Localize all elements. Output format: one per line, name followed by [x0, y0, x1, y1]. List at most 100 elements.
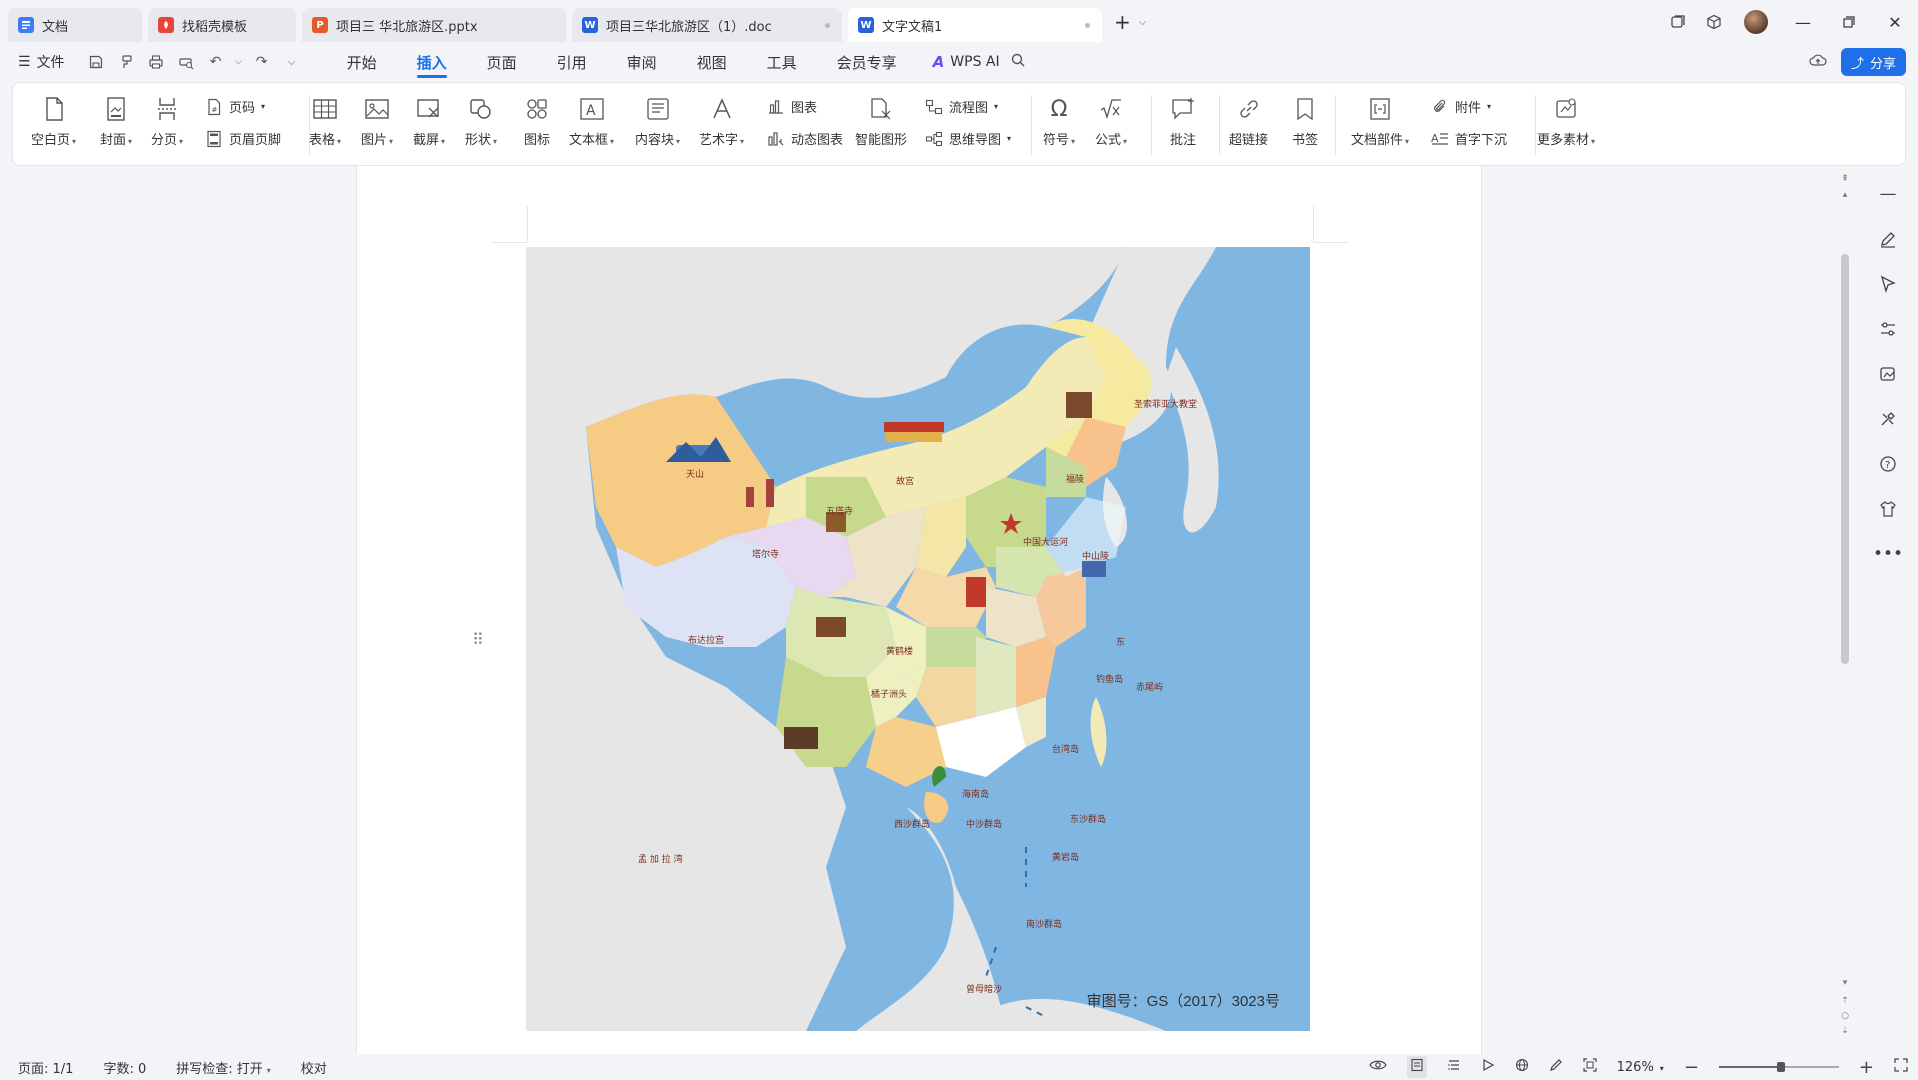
symbol-button[interactable]: Ω 符号 ▾	[1043, 83, 1075, 149]
next-page-icon[interactable]: ⇣	[1838, 1026, 1852, 1036]
select-browse-object-icon[interactable]: ○	[1838, 1011, 1852, 1021]
blank-page-button[interactable]: 空白页 ▾	[31, 83, 76, 148]
drop-cap-button[interactable]: A 首字下沉	[1431, 129, 1507, 149]
cover-button[interactable]: 封面 ▾	[100, 83, 132, 148]
menu-tools[interactable]: 工具	[747, 44, 817, 80]
smart-graphic-button[interactable]: 智能图形	[855, 83, 907, 148]
redo-icon[interactable]: ↷	[249, 49, 275, 75]
user-avatar[interactable]	[1744, 10, 1768, 34]
scrollbar-thumb[interactable]	[1841, 254, 1849, 664]
wordart-button[interactable]: 艺术字 ▾	[699, 83, 744, 148]
adjust-sliders-icon[interactable]	[1872, 313, 1904, 345]
more-options-icon[interactable]: •••	[1872, 538, 1904, 570]
dynamic-chart-button[interactable]: 动态图表	[767, 129, 843, 148]
wps-ai-button[interactable]: A WPS AI	[917, 53, 1010, 71]
page-break-button[interactable]: 分页 ▾	[151, 83, 183, 148]
word-count[interactable]: 字数: 0	[103, 1058, 146, 1077]
document-canvas[interactable]: ⠿ 天山 故宫 福陵 黄鹤楼 中山陵 塔尔寺 布达拉宫 五塔寺 橘子洲头 中国大…	[0, 166, 1918, 1054]
menu-view[interactable]: 视图	[677, 44, 747, 80]
print-preview-icon[interactable]	[173, 49, 199, 75]
proofread-button[interactable]: 校对	[301, 1058, 327, 1077]
more-materials-button[interactable]: 更多素材 ▾	[1537, 83, 1595, 148]
scroll-down-icon[interactable]: ▾	[1838, 978, 1852, 988]
eye-protection-icon[interactable]	[1368, 1058, 1387, 1076]
minimize-button[interactable]: —	[1780, 0, 1826, 44]
print-icon[interactable]	[143, 49, 169, 75]
tools-icon[interactable]	[1872, 403, 1904, 435]
spell-check-toggle[interactable]: 拼写检查: 打开 ▾	[176, 1058, 271, 1077]
mindmap-button[interactable]: 思维导图 ▾	[925, 129, 1011, 148]
shape-button[interactable]: 形状 ▾	[465, 83, 497, 148]
header-footer-button[interactable]: 页眉页脚	[205, 129, 281, 148]
fit-page-icon[interactable]	[1583, 1058, 1597, 1076]
flowchart-button[interactable]: 流程图 ▾	[925, 97, 998, 116]
play-icon[interactable]	[1481, 1058, 1495, 1076]
page-indicator[interactable]: 页面: 1/1	[18, 1058, 73, 1077]
zoom-slider[interactable]	[1718, 1062, 1839, 1072]
pen-icon[interactable]	[1549, 1058, 1563, 1076]
screenshot-button[interactable]: 截屏 ▾	[413, 83, 445, 148]
menu-insert[interactable]: 插入	[397, 44, 467, 80]
menu-home[interactable]: 开始	[327, 44, 397, 80]
outline-view-icon[interactable]	[1447, 1058, 1461, 1076]
scroll-top-icon[interactable]: ⇞	[1838, 174, 1852, 184]
fullscreen-icon[interactable]	[1894, 1058, 1908, 1076]
web-view-icon[interactable]	[1515, 1058, 1529, 1076]
chart-button[interactable]: 图表	[767, 97, 817, 116]
search-icon[interactable]	[1010, 52, 1026, 72]
china-tourism-map-image[interactable]: 天山 故宫 福陵 黄鹤楼 中山陵 塔尔寺 布达拉宫 五塔寺 橘子洲头 中国大运河…	[526, 247, 1310, 1031]
menu-references[interactable]: 引用	[537, 44, 607, 80]
zoom-out-icon[interactable]: −	[1684, 1057, 1699, 1078]
vertical-scrollbar[interactable]: ⇞ ▴ ▾ ⇡ ○ ⇣	[1838, 166, 1852, 1054]
textbox-button[interactable]: A 文本框 ▾	[569, 83, 614, 148]
doc-parts-button[interactable]: 文档部件 ▾	[1351, 83, 1409, 148]
zoom-in-icon[interactable]: +	[1859, 1057, 1874, 1078]
tab-docer-templates[interactable]: 找稻壳模板	[148, 8, 296, 42]
page-number-button[interactable]: # 页码 ▾	[205, 97, 265, 116]
undo-icon[interactable]: ↶	[203, 49, 229, 75]
picture-button[interactable]: 图片 ▾	[361, 83, 393, 148]
cube-icon[interactable]	[1696, 0, 1732, 44]
tab-active-document[interactable]: W 文字文稿1	[848, 8, 1102, 42]
save-icon[interactable]	[83, 49, 109, 75]
content-block-button[interactable]: 内容块 ▾	[635, 83, 680, 148]
doc-app-icon	[18, 17, 34, 33]
share-button[interactable]: ⤴ 分享	[1840, 48, 1906, 76]
tile-windows-icon[interactable]	[1660, 0, 1696, 44]
customize-toolbar-icon[interactable]: ⌵	[279, 49, 305, 75]
restore-button[interactable]	[1826, 0, 1872, 44]
drag-handle-icon[interactable]: ⠿	[472, 630, 484, 649]
menu-review[interactable]: 审阅	[607, 44, 677, 80]
format-painter-icon[interactable]	[113, 49, 139, 75]
file-menu[interactable]: ☰ 文件	[18, 52, 65, 72]
table-button[interactable]: 表格 ▾	[309, 83, 341, 148]
hyperlink-button[interactable]: 超链接	[1229, 83, 1268, 148]
zoom-slider-knob[interactable]	[1777, 1062, 1786, 1072]
image-edit-icon[interactable]	[1872, 358, 1904, 390]
close-button[interactable]: ✕	[1872, 0, 1918, 44]
bookmark-button[interactable]: 书签	[1291, 83, 1319, 148]
menu-member[interactable]: 会员专享	[817, 44, 917, 80]
attachment-button[interactable]: 附件 ▾	[1431, 97, 1491, 116]
menu-page[interactable]: 页面	[467, 44, 537, 80]
cloud-upload-icon[interactable]	[1809, 52, 1827, 73]
tab-doc-file[interactable]: W 项目三华北旅游区（1）.doc	[572, 8, 842, 42]
tab-pptx-file[interactable]: P 项目三 华北旅游区.pptx	[302, 8, 566, 42]
previous-page-icon[interactable]: ⇡	[1838, 996, 1852, 1006]
screenshot-label: 截屏	[413, 133, 440, 148]
pen-edit-icon[interactable]	[1872, 223, 1904, 255]
scroll-up-icon[interactable]: ▴	[1838, 190, 1852, 200]
select-cursor-icon[interactable]	[1872, 268, 1904, 300]
help-icon[interactable]: ?	[1872, 448, 1904, 480]
shirt-style-icon[interactable]	[1872, 493, 1904, 525]
zoom-level[interactable]: 126% ▾	[1617, 1060, 1664, 1075]
formula-button[interactable]: 公式 ▾	[1095, 83, 1127, 148]
comment-button[interactable]: 批注	[1169, 83, 1197, 148]
collapse-sidebar-icon[interactable]: —	[1872, 178, 1904, 210]
margin-guide	[491, 242, 527, 243]
chevron-down-icon[interactable]: ⌵	[233, 49, 245, 75]
new-tab-button[interactable]: + ⌵	[1114, 10, 1146, 34]
tab-docs[interactable]: 文档	[8, 8, 142, 42]
icon-button[interactable]: 图标	[523, 83, 551, 148]
page-view-icon[interactable]	[1406, 1056, 1427, 1078]
